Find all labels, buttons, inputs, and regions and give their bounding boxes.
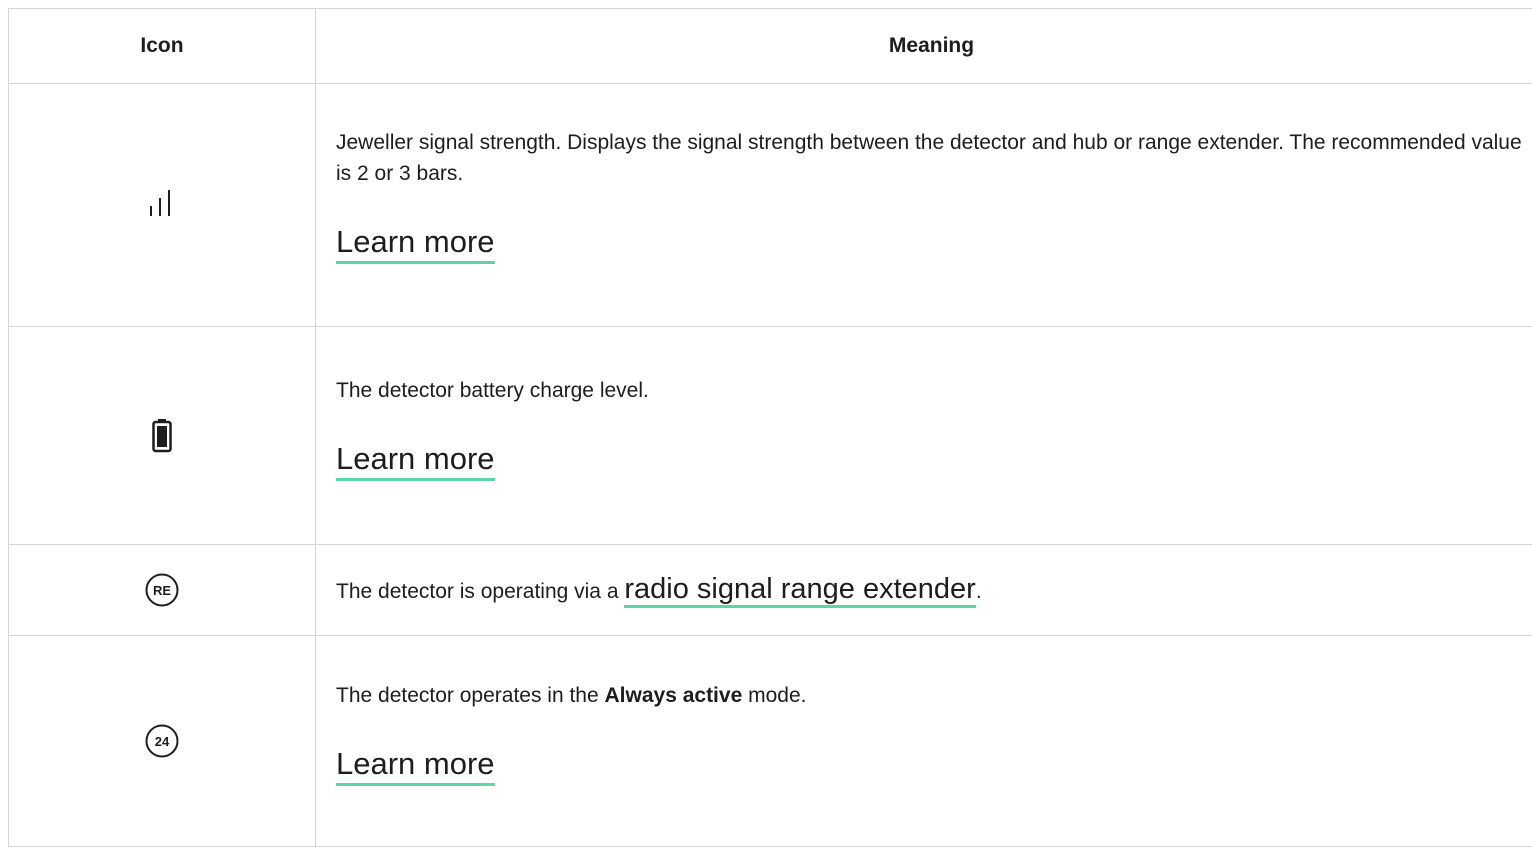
meaning-text-after: .	[975, 579, 982, 603]
meaning-text: Jeweller signal strength. Displays the s…	[336, 130, 1522, 185]
meaning-cell: The detector operates in the Always acti…	[315, 635, 1532, 847]
meaning-cell: The detector battery charge level. Learn…	[315, 326, 1532, 545]
icon-cell	[8, 326, 316, 545]
icon-cell	[8, 83, 316, 327]
icon-cell: 24	[8, 635, 316, 847]
meaning-text-after: mode.	[742, 684, 807, 707]
learn-more-link[interactable]: Learn more	[336, 745, 495, 786]
learn-more-link[interactable]: Learn more	[336, 223, 495, 264]
meaning-text: The detector battery charge level.	[336, 378, 649, 402]
range-extender-icon: RE	[144, 573, 180, 607]
range-extender-icon-label: RE	[153, 583, 171, 598]
table-row: RE The detector is operating via a radio…	[8, 544, 1532, 636]
meaning-text: The detector operates in the Always acti…	[336, 680, 1527, 711]
meaning-text-before: The detector operates in the	[336, 684, 605, 707]
table-row: The detector battery charge level. Learn…	[8, 326, 1532, 545]
signal-strength-icon	[142, 190, 182, 216]
always-active-icon-label: 24	[155, 734, 170, 749]
table-header-row: Icon Meaning	[8, 8, 1532, 84]
range-extender-link[interactable]: radio signal range extender	[624, 572, 976, 608]
table-row: 24 The detector operates in the Always a…	[8, 635, 1532, 847]
meaning-cell: The detector is operating via a radio si…	[315, 544, 1532, 636]
icon-cell: RE	[8, 544, 316, 636]
always-active-icon: 24	[144, 724, 180, 758]
battery-icon	[152, 418, 172, 452]
header-icon: Icon	[8, 8, 316, 84]
table-row: Jeweller signal strength. Displays the s…	[8, 83, 1532, 327]
header-meaning: Meaning	[315, 8, 1532, 84]
learn-more-link[interactable]: Learn more	[336, 440, 495, 481]
meaning-text: The detector is operating via a radio si…	[336, 572, 1527, 608]
meaning-cell: Jeweller signal strength. Displays the s…	[315, 83, 1532, 327]
icons-table: Icon Meaning Jeweller signal strength. D…	[8, 8, 1532, 847]
always-active-mode-label: Always active	[604, 684, 743, 707]
meaning-text-before: The detector is operating via a	[336, 579, 625, 603]
